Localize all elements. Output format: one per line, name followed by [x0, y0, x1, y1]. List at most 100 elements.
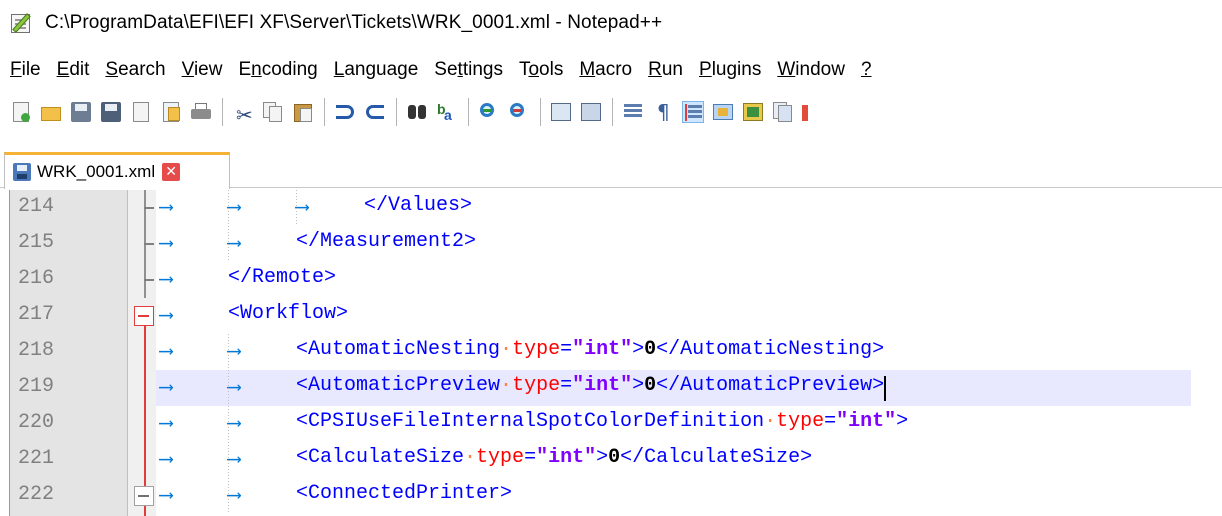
menu-tools[interactable]: Tools: [519, 59, 563, 81]
tab-arrow: ⟶: [160, 413, 173, 436]
menu-file[interactable]: File: [10, 59, 41, 81]
tab-arrow: ⟶: [160, 485, 173, 508]
notepadpp-app-icon: [9, 11, 35, 35]
tab-arrow: ⟶: [160, 449, 173, 472]
fold-collapse-icon[interactable]: [134, 306, 154, 326]
menu-search[interactable]: Search: [105, 59, 165, 81]
zoom-out-icon[interactable]: [508, 101, 530, 123]
show-all-chars-icon[interactable]: ¶: [652, 100, 674, 124]
tab-close-icon[interactable]: ✕: [162, 163, 181, 181]
save-all-icon[interactable]: [100, 101, 122, 123]
menu-language[interactable]: Language: [334, 59, 419, 81]
fold-tee-mark: [144, 243, 154, 245]
code-text: </Measurement2>: [296, 230, 477, 253]
tab-arrow: ⟶: [228, 377, 241, 400]
copy-icon[interactable]: [262, 101, 284, 123]
menu-settings[interactable]: Settings: [434, 59, 503, 81]
cut-icon[interactable]: ✂: [232, 101, 254, 127]
code-line-218[interactable]: 218 ⟶ ⟶ <AutomaticNesting·type="int">0</Aut…: [0, 334, 1222, 370]
menu-view[interactable]: View: [182, 59, 223, 81]
undo-icon[interactable]: [334, 101, 356, 123]
tab-arrow: ⟶: [228, 341, 241, 364]
paste-icon[interactable]: [292, 101, 314, 123]
indent-guide: [296, 190, 297, 226]
folder-as-workspace-icon[interactable]: [802, 101, 824, 123]
editor[interactable]: 214 ⟶ ⟶ ⟶ </Values> 215 ⟶ ⟶ </Measurement2> 216 ⟶ <…: [0, 190, 1222, 516]
function-list-icon[interactable]: [772, 101, 794, 123]
line-number: 220: [18, 411, 55, 434]
tab-arrow: ⟶: [160, 377, 173, 400]
code-line-220[interactable]: 220 ⟶ ⟶ <CPSIUseFileInternalSpotColorDefini…: [0, 406, 1222, 442]
toolbar-separator: [468, 98, 469, 126]
menu-macro[interactable]: Macro: [579, 59, 632, 81]
code-line-217[interactable]: 217 ⟶ <Workflow>: [0, 298, 1222, 334]
code-text: <CPSIUseFileInternalSpotColorDefinition·…: [296, 410, 909, 433]
toolbar-separator: [324, 98, 325, 126]
line-number: 215: [18, 231, 55, 254]
replace-icon[interactable]: ba: [436, 101, 458, 123]
saved-file-icon: [12, 162, 32, 182]
tab-arrow: ⟶: [296, 197, 309, 220]
close-icon[interactable]: [130, 101, 152, 123]
menu-edit[interactable]: Edit: [57, 59, 90, 81]
menu-plugins[interactable]: Plugins: [699, 59, 761, 81]
text-caret: [884, 376, 886, 401]
menu-encoding[interactable]: Encoding: [238, 59, 317, 81]
line-number: 219: [18, 375, 55, 398]
code-text: <AutomaticPreview·type="int">0</Automati…: [296, 374, 885, 397]
new-file-icon[interactable]: [10, 101, 32, 123]
tab-wrk-0001[interactable]: WRK_0001.xml ✕: [4, 152, 230, 189]
tab-bar: WRK_0001.xml ✕: [0, 146, 1222, 189]
code-text: <AutomaticNesting·type="int">0</Automati…: [296, 338, 885, 361]
indent-guide: [228, 478, 229, 514]
tab-arrow: ⟶: [228, 233, 241, 256]
indent-guide: [228, 226, 229, 262]
window-title: C:\ProgramData\EFI\EFI XF\Server\Tickets…: [45, 12, 663, 33]
doc-map-icon[interactable]: [742, 101, 764, 123]
code-text: <Workflow>: [228, 302, 349, 325]
print-icon[interactable]: [190, 101, 212, 123]
sync-horizontal-icon[interactable]: [580, 101, 602, 123]
find-icon[interactable]: [406, 101, 428, 123]
line-number: 216: [18, 267, 55, 290]
user-language-icon[interactable]: [712, 101, 734, 123]
line-number: 218: [18, 339, 55, 362]
sync-vertical-icon[interactable]: [550, 101, 572, 123]
word-wrap-icon[interactable]: [622, 101, 644, 123]
line-number: 214: [18, 195, 55, 218]
zoom-in-icon[interactable]: [478, 101, 500, 123]
toolbar-separator: [540, 98, 541, 126]
title-bar: C:\ProgramData\EFI\EFI XF\Server\Tickets…: [0, 0, 1222, 46]
indent-guide: [228, 370, 229, 406]
tab-arrow: ⟶: [160, 305, 173, 328]
tab-arrow: ⟶: [228, 449, 241, 472]
line-number: 217: [18, 303, 55, 326]
menu-window[interactable]: Window: [777, 59, 845, 81]
fold-tee-mark: [144, 207, 154, 209]
indent-guide: [228, 190, 229, 226]
menu-help[interactable]: ?: [861, 59, 872, 81]
code-line-215[interactable]: 215 ⟶ ⟶ </Measurement2>: [0, 226, 1222, 262]
fold-tee-mark: [144, 279, 154, 281]
code-line-214[interactable]: 214 ⟶ ⟶ ⟶ </Values>: [0, 190, 1222, 226]
open-file-icon[interactable]: [40, 101, 62, 123]
toolbar-separator: [612, 98, 613, 126]
indent-guide-icon[interactable]: [682, 101, 704, 123]
tab-arrow: ⟶: [160, 269, 173, 292]
indent-guide: [228, 442, 229, 478]
tab-arrow: ⟶: [160, 197, 173, 220]
line-number: 221: [18, 447, 55, 470]
redo-icon[interactable]: [364, 101, 386, 123]
code-line-219[interactable]: 219 ⟶ ⟶ <AutomaticPreview·type="int">0</Aut…: [0, 370, 1222, 406]
save-icon[interactable]: [70, 101, 92, 123]
close-all-icon[interactable]: [160, 101, 182, 123]
code-line-221[interactable]: 221 ⟶ ⟶ <CalculateSize·type="int">0</Calcul…: [0, 442, 1222, 478]
code-text: <CalculateSize·type="int">0</CalculateSi…: [296, 446, 813, 469]
tab-arrow: ⟶: [160, 233, 173, 256]
fold-collapse-icon[interactable]: [134, 486, 154, 506]
tab-arrow: ⟶: [228, 485, 241, 508]
code-line-216[interactable]: 216 ⟶ </Remote>: [0, 262, 1222, 298]
line-number: 222: [18, 483, 55, 506]
code-line-222[interactable]: 222 ⟶ ⟶ <ConnectedPrinter>: [0, 478, 1222, 514]
menu-run[interactable]: Run: [648, 59, 683, 81]
